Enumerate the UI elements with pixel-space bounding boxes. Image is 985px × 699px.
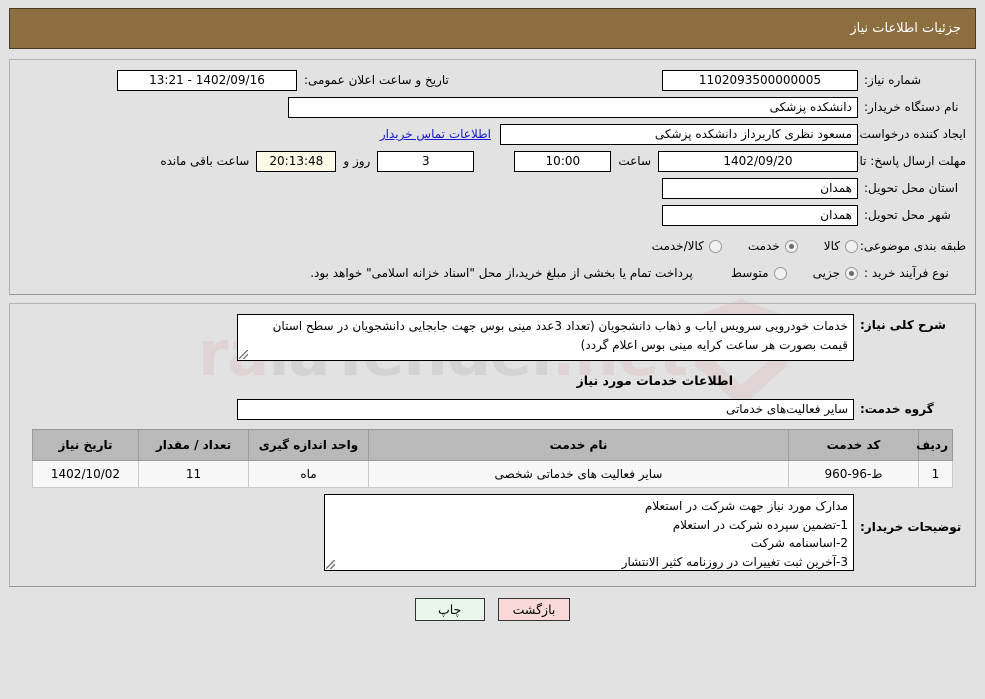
- deadline-label: مهلت ارسال پاسخ: تا تاریخ:: [827, 153, 966, 168]
- row-process-type: نوع فرآیند خرید : جزیی متوسط پرداخت تمام…: [19, 262, 966, 284]
- category-option-kala-khedmat[interactable]: کالا/خدمت: [652, 239, 722, 253]
- category-radio-group[interactable]: کالا خدمت کالا/خدمت: [630, 239, 858, 253]
- process-note: پرداخت تمام یا بخشی از مبلغ خرید،از محل …: [310, 266, 693, 280]
- category-option-kala[interactable]: کالا: [824, 239, 858, 253]
- services-section-title: اطلاعات خدمات مورد نیاز: [576, 373, 734, 388]
- back-button[interactable]: بازگشت: [497, 598, 571, 621]
- countdown-timer: 20:13:48: [256, 150, 337, 172]
- cell-need-date: 1402/10/02: [32, 460, 139, 488]
- service-group-value: سایر فعالیت‌های خدماتی: [237, 398, 854, 420]
- row-buyer-notes: توضیحات خریدار: مدارک مورد نیاز جهت شرکت…: [19, 494, 966, 571]
- need-number-value: 1102093500000005: [662, 69, 858, 91]
- buyer-notes-label: توضیحات خریدار:: [860, 520, 962, 534]
- process-option-motevaset-label: متوسط: [730, 266, 769, 280]
- cell-unit: ماه: [248, 460, 369, 488]
- page-title: جزئیات اطلاعات نیاز: [850, 21, 961, 36]
- table-header-row: ردیف کد خدمت نام خدمت واحد اندازه گیری ت…: [32, 429, 953, 461]
- table-row: 1 ط-96-960 سایر فعالیت های خدماتی شخصی م…: [32, 460, 953, 488]
- creator-label: ایجاد کننده درخواست:: [855, 127, 966, 141]
- service-group-label: گروه خدمت:: [860, 402, 934, 416]
- province-value: همدان: [662, 177, 858, 199]
- buyer-org-label: نام دستگاه خریدار:: [864, 100, 959, 114]
- buyer-org-value: دانشکده پزشکی: [288, 96, 858, 118]
- category-label: طبقه بندی موضوعی:: [859, 239, 966, 253]
- category-option-khedmat-label: خدمت: [747, 239, 780, 253]
- public-announce-value: 1402/09/16 - 13:21: [117, 69, 297, 91]
- need-info-panel: شماره نیاز: 1102093500000005 تاریخ و ساع…: [9, 59, 976, 295]
- table-header-quantity: تعداد / مقدار: [138, 429, 249, 461]
- process-option-jozii[interactable]: جزیی: [813, 266, 858, 280]
- radio-icon-jozii[interactable]: [845, 266, 858, 280]
- cell-code: ط-96-960: [788, 460, 919, 488]
- row-category: طبقه بندی موضوعی: کالا خدمت کالا/خدمت: [19, 235, 966, 257]
- table-header-need-date: تاریخ نیاز: [32, 429, 139, 461]
- print-button[interactable]: چاپ: [414, 598, 485, 621]
- row-buyer-org: نام دستگاه خریدار: دانشکده پزشکی: [19, 96, 966, 118]
- process-option-motevaset[interactable]: متوسط: [731, 266, 787, 280]
- row-service-group: گروه خدمت: سایر فعالیت‌های خدماتی: [19, 398, 966, 420]
- buyer-notes-textarea[interactable]: مدارک مورد نیاز جهت شرکت در استعلام 1-تض…: [324, 494, 854, 571]
- countdown-label: ساعت باقی مانده: [160, 154, 250, 168]
- row-description: شرح کلی نیاز: خدمات خودرویی سرویس ایاب و…: [19, 314, 966, 361]
- radio-icon-motevaset[interactable]: [773, 266, 787, 280]
- description-label: شرح کلی نیاز:: [860, 318, 946, 332]
- row-city: شهر محل تحویل: همدان: [19, 204, 966, 226]
- process-label: نوع فرآیند خرید :: [864, 266, 949, 280]
- table-header-code: کد خدمت: [788, 429, 919, 461]
- deadline-time-label: ساعت: [618, 154, 651, 168]
- radio-icon-khedmat[interactable]: [784, 239, 798, 253]
- days-remaining-label: روز و: [343, 154, 371, 168]
- table-header-radif: ردیف: [916, 429, 953, 461]
- deadline-time-value: 10:00: [514, 150, 612, 172]
- process-option-jozii-label: جزیی: [812, 266, 840, 280]
- category-option-khedmat[interactable]: خدمت: [748, 239, 798, 253]
- need-number-label: شماره نیاز:: [864, 73, 921, 87]
- cell-name: سایر فعالیت های خدماتی شخصی: [368, 460, 789, 488]
- row-deadline: مهلت ارسال پاسخ: تا تاریخ: 1402/09/20 سا…: [19, 150, 966, 172]
- row-creator: ایجاد کننده درخواست: مسعود نظری کاربرداز…: [19, 123, 966, 145]
- buyer-contact-link[interactable]: اطلاعات تماس خریدار: [371, 127, 500, 141]
- days-remaining-value: 3: [377, 150, 475, 172]
- public-announce-label: تاریخ و ساعت اعلان عمومی:: [304, 73, 449, 87]
- city-label: شهر محل تحویل:: [864, 208, 951, 222]
- deadline-date-value: 1402/09/20: [658, 150, 858, 172]
- city-value: همدان: [662, 204, 858, 226]
- footer-actions: بازگشت چاپ: [0, 598, 985, 621]
- radio-icon-kala-khedmat[interactable]: [708, 239, 722, 253]
- services-panel: شرح کلی نیاز: خدمات خودرویی سرویس ایاب و…: [9, 303, 976, 587]
- province-label: استان محل تحویل:: [864, 181, 959, 195]
- creator-value: مسعود نظری کاربرداز دانشکده پزشکی: [500, 123, 858, 145]
- cell-radif: 1: [918, 460, 953, 488]
- cell-quantity: 11: [138, 460, 249, 488]
- category-option-kala-label: کالا: [823, 239, 840, 253]
- process-radio-group[interactable]: جزیی متوسط: [709, 266, 858, 280]
- row-province: استان محل تحویل: همدان: [19, 177, 966, 199]
- table-header-name: نام خدمت: [368, 429, 789, 461]
- row-need-number: شماره نیاز: 1102093500000005 تاریخ و ساع…: [19, 69, 966, 91]
- category-option-kala-khedmat-label: کالا/خدمت: [651, 239, 704, 253]
- radio-icon-kala[interactable]: [845, 239, 858, 253]
- page-header: جزئیات اطلاعات نیاز: [9, 8, 976, 49]
- description-textarea[interactable]: خدمات خودرویی سرویس ایاب و ذهاب دانشجویا…: [237, 314, 854, 361]
- services-table: ردیف کد خدمت نام خدمت واحد اندازه گیری ت…: [32, 429, 953, 488]
- table-header-unit: واحد اندازه گیری: [248, 429, 369, 461]
